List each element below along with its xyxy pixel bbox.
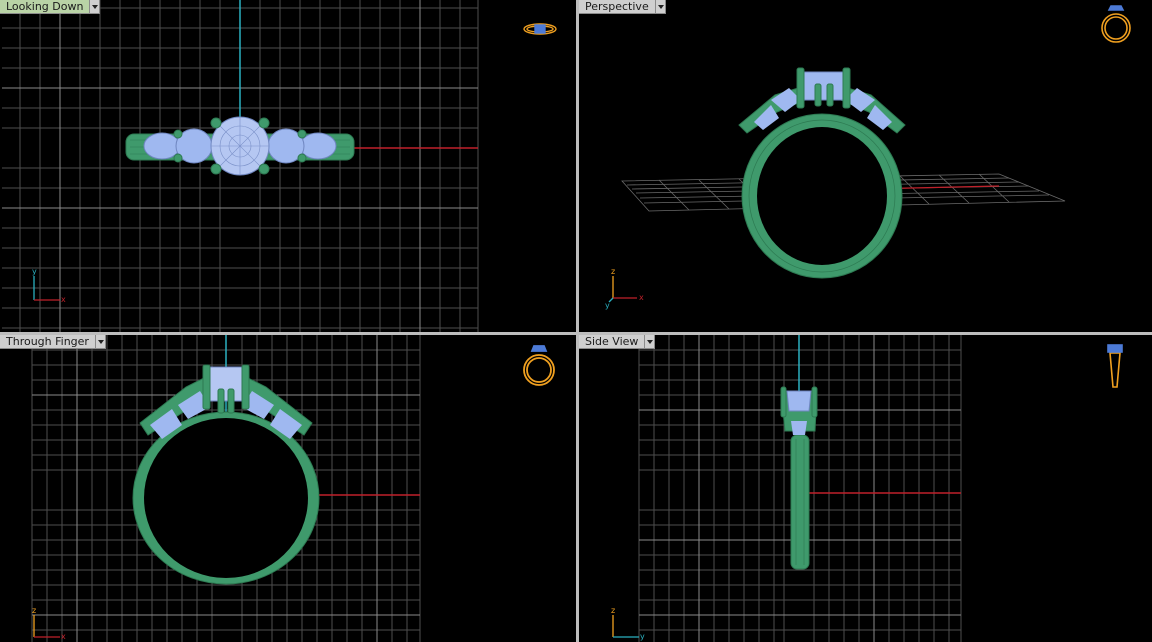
viewport-title: Through Finger <box>0 335 96 349</box>
ring-model[interactable] <box>780 386 818 570</box>
viewport-through-finger-canvas: z x <box>31 335 555 642</box>
axis-label-x: x <box>61 632 66 641</box>
viewport-label-tab[interactable]: Through Finger <box>0 335 106 349</box>
axis-label-y: y <box>32 267 37 276</box>
viewport-splitter-vertical[interactable] <box>576 0 579 642</box>
axis-label-z: z <box>611 606 615 615</box>
axis-label-y: y <box>640 632 645 641</box>
axis-triad: z x <box>32 606 66 641</box>
viewport-menu-dropdown-icon[interactable] <box>655 0 666 14</box>
ring-navigator-icon[interactable] <box>523 345 555 386</box>
ring-navigator-icon[interactable] <box>1101 5 1131 43</box>
axis-triad: z y x <box>605 267 644 310</box>
viewport-side-view[interactable]: z y Side View <box>579 335 1152 642</box>
viewport-label-tab[interactable]: Side View <box>579 335 656 349</box>
viewport-title: Side View <box>579 335 646 349</box>
axis-triad: y x <box>32 267 66 304</box>
viewport-through-finger[interactable]: z x Through Finger <box>0 335 576 642</box>
viewport-menu-dropdown-icon[interactable] <box>645 335 656 349</box>
viewport-label-tab[interactable]: Perspective <box>579 0 666 14</box>
ring-model[interactable] <box>738 67 906 279</box>
viewport-looking-down-canvas: y x <box>2 0 557 332</box>
axis-label-y: y <box>605 301 610 310</box>
ring-navigator-icon[interactable] <box>523 23 557 35</box>
viewport-label-tab[interactable]: Looking Down <box>0 0 101 14</box>
axis-label-x: x <box>61 295 66 304</box>
axis-label-z: z <box>611 267 615 276</box>
axis-label-z: z <box>32 606 36 615</box>
viewport-menu-dropdown-icon[interactable] <box>95 335 106 349</box>
axis-label-x: x <box>639 293 644 302</box>
viewport-title: Looking Down <box>0 0 91 14</box>
viewport-splitter-horizontal[interactable] <box>0 332 1152 335</box>
viewport-side-view-canvas: z y <box>611 335 1123 642</box>
viewport-perspective[interactable]: z y x Perspective <box>579 0 1152 332</box>
viewport-looking-down[interactable]: y x Looking Down <box>0 0 576 332</box>
ring-navigator-icon[interactable] <box>1107 344 1123 388</box>
ring-model[interactable] <box>132 364 320 585</box>
viewport-perspective-canvas: z y x <box>605 5 1131 310</box>
viewport-menu-dropdown-icon[interactable] <box>90 0 101 14</box>
viewport-title: Perspective <box>579 0 656 14</box>
axis-triad: z y <box>611 606 645 641</box>
